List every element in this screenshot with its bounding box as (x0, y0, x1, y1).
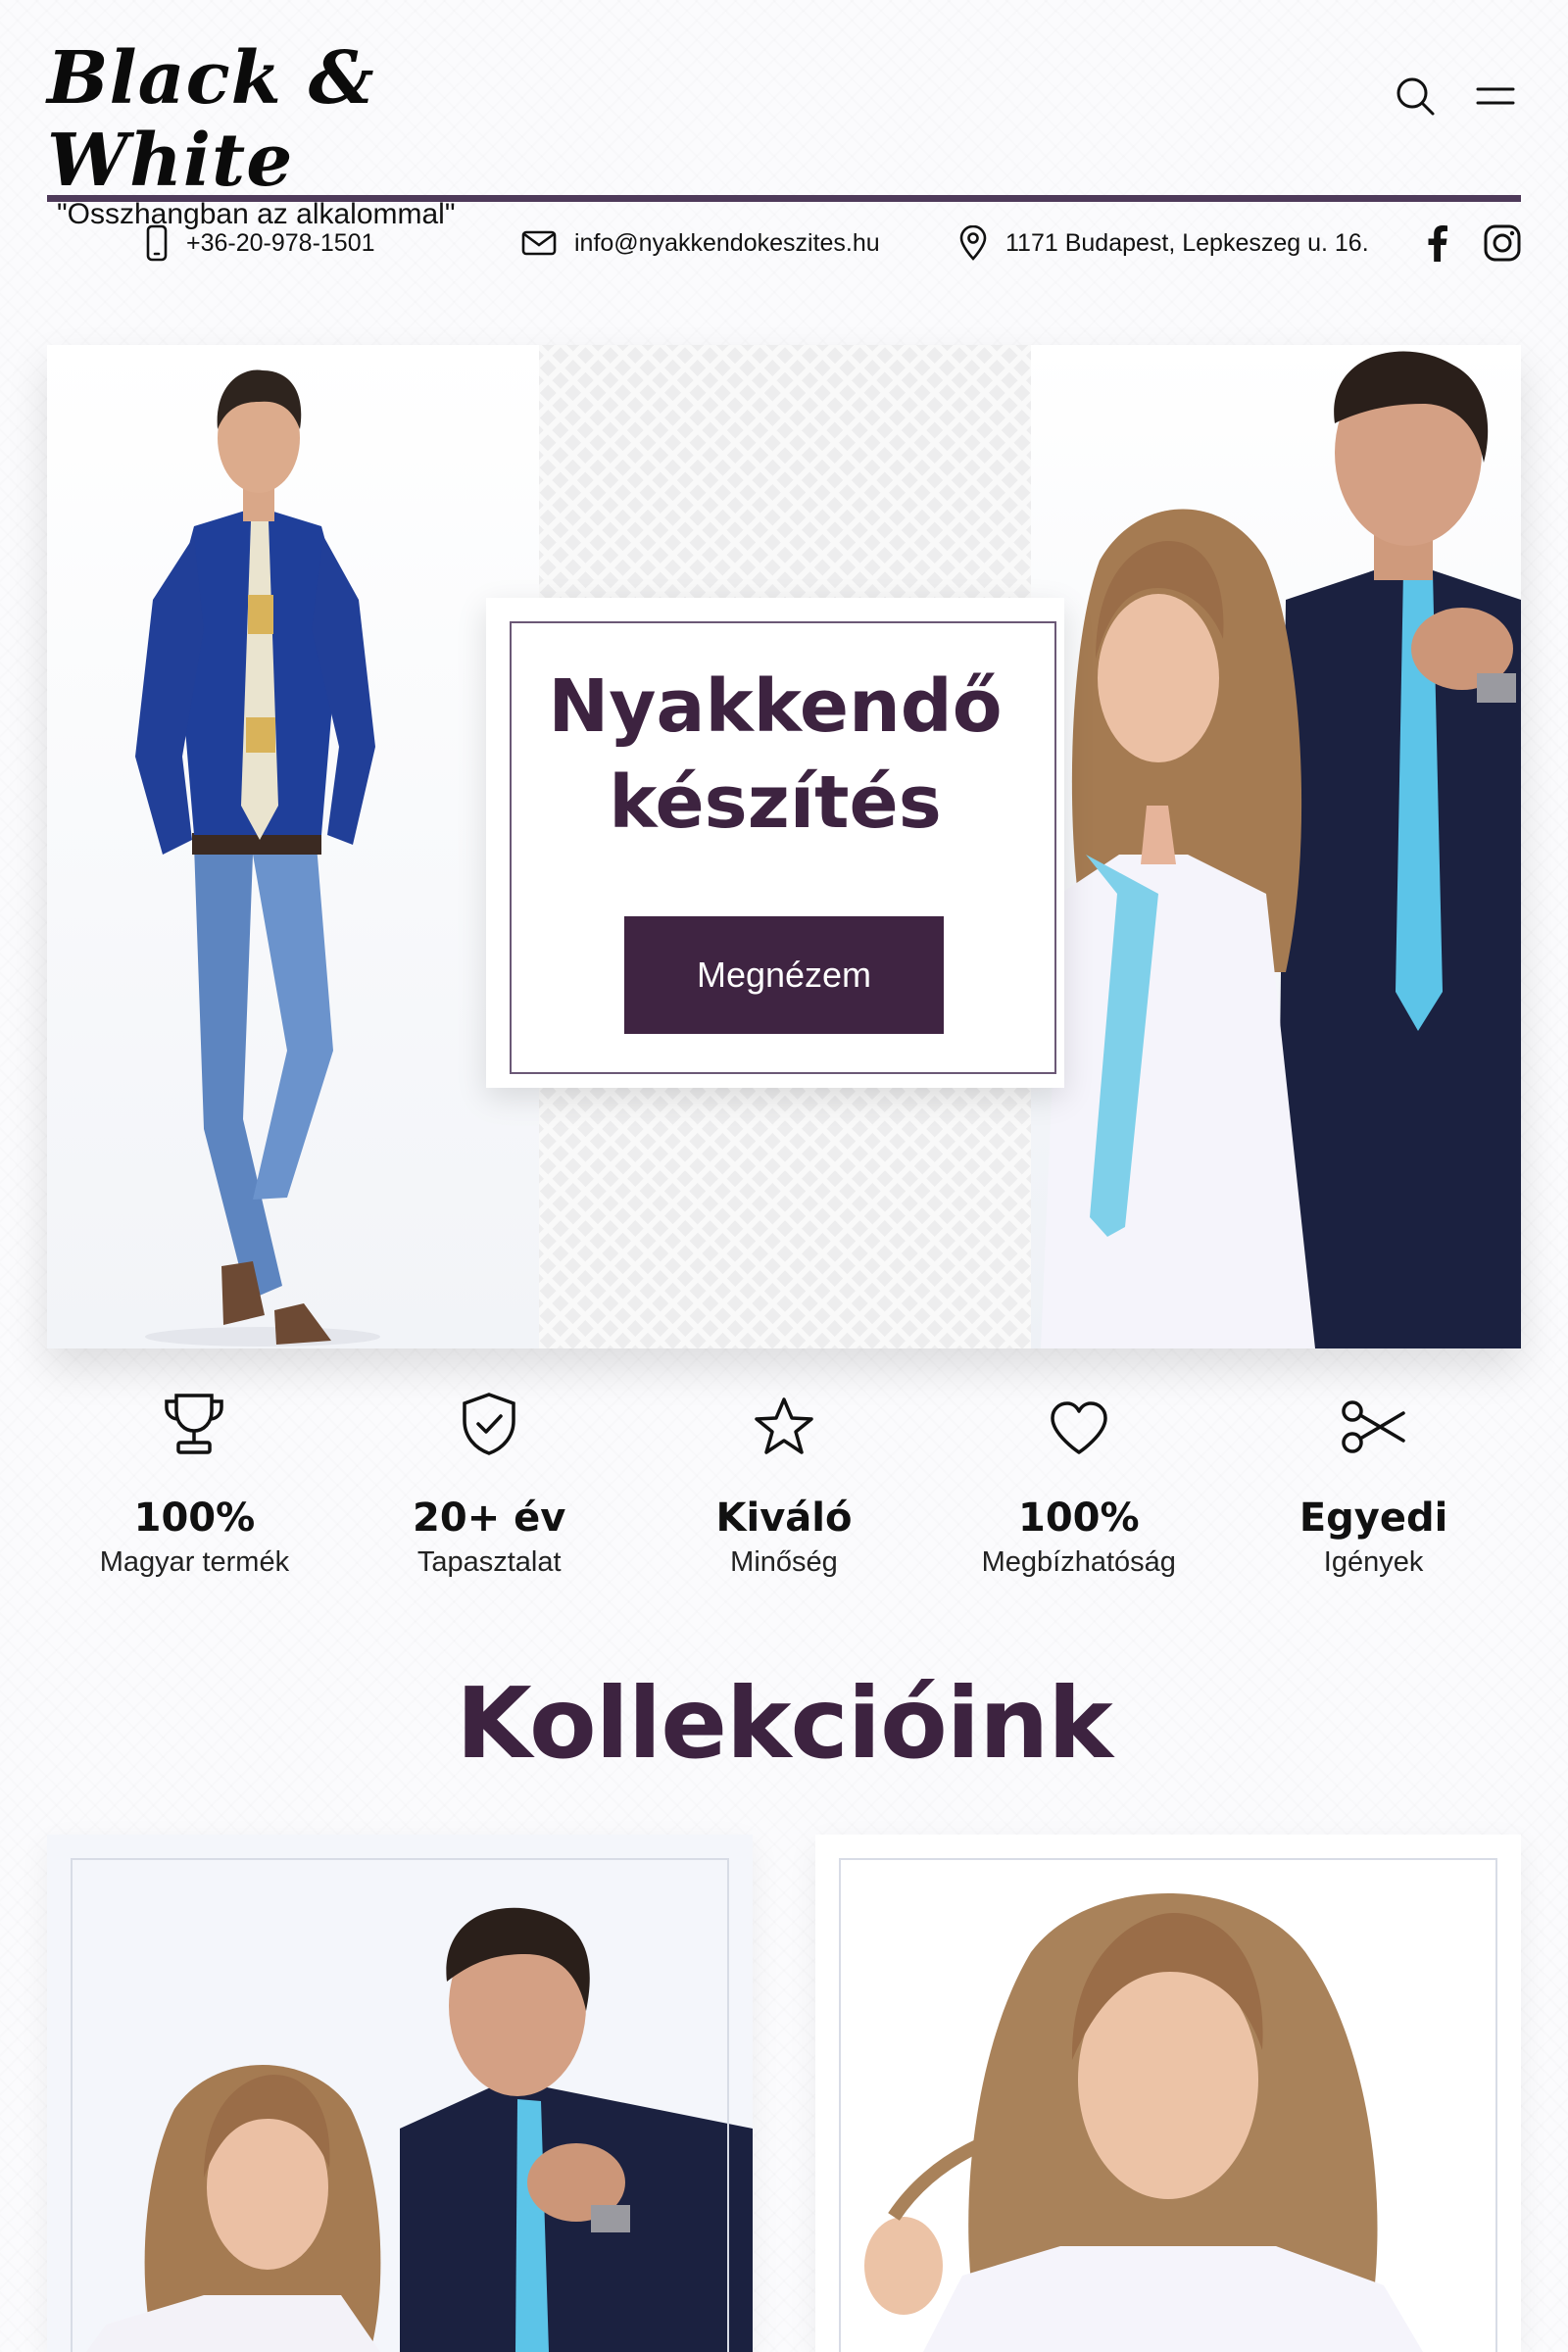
hero-title-line2: készítés (609, 760, 942, 845)
feature-value: 100% (133, 1495, 256, 1541)
collection-card[interactable] (47, 1835, 753, 2352)
star-icon (755, 1397, 813, 1454)
phone-number: +36-20-978-1501 (186, 228, 375, 257)
feature-value: Kiváló (715, 1495, 853, 1541)
feature-item: Egyedi Igények (1226, 1382, 1521, 1597)
feature-value: 100% (1018, 1495, 1140, 1541)
contact-phone[interactable]: +36-20-978-1501 (145, 216, 375, 270)
heart-icon (1051, 1401, 1107, 1454)
feature-label: Igények (1323, 1546, 1424, 1578)
collection-card-frame (71, 1858, 729, 2352)
feature-item: 100% Megbízhatóság (931, 1382, 1226, 1597)
collections-title: Kollekcióink (456, 1666, 1113, 1781)
feature-item: 100% Magyar termék (47, 1382, 342, 1597)
hero-banner: Nyakkendő készítés Megnézem (47, 345, 1521, 1348)
feature-label: Minőség (730, 1546, 838, 1578)
menu-icon[interactable] (1474, 74, 1517, 118)
hero-photo-left (47, 345, 539, 1348)
logo-title: Black & White (47, 36, 375, 203)
collection-card[interactable] (815, 1835, 1521, 2352)
social-links (1427, 216, 1521, 270)
scissors-icon (1341, 1400, 1405, 1453)
contact-email[interactable]: info@nyakkendokeszites.hu (521, 216, 880, 270)
contact-address[interactable]: 1171 Budapest, Lepkeszeg u. 16. (958, 216, 1369, 270)
email-address: info@nyakkendokeszites.hu (574, 228, 880, 257)
address-text: 1171 Budapest, Lepkeszeg u. 16. (1005, 228, 1369, 257)
location-pin-icon (959, 225, 987, 261)
phone-icon (146, 224, 168, 262)
hero-cta-button[interactable]: Megnézem (624, 916, 944, 1034)
feature-value: 20+ év (413, 1495, 566, 1541)
hero-title: Nyakkendő készítés (486, 659, 1064, 851)
contact-bar: +36-20-978-1501 info@nyakkendokeszites.h… (47, 216, 1521, 270)
shield-check-icon (463, 1393, 515, 1455)
instagram-icon[interactable] (1484, 224, 1521, 262)
facebook-icon[interactable] (1427, 224, 1448, 262)
hero-title-line1: Nyakkendő (548, 664, 1003, 749)
feature-label: Megbízhatóság (981, 1546, 1176, 1578)
header-divider (47, 195, 1521, 202)
feature-label: Magyar termék (99, 1546, 290, 1578)
feature-value: Egyedi (1298, 1495, 1448, 1541)
trophy-icon (165, 1394, 224, 1454)
collection-card-frame (839, 1858, 1497, 2352)
hero-photo-right (1031, 345, 1521, 1348)
feature-label: Tapasztalat (416, 1546, 562, 1578)
search-icon[interactable] (1394, 74, 1437, 118)
features-row: 100% Magyar termék 20+ év Tapasztalat Ki… (47, 1382, 1521, 1597)
feature-item: Kiváló Minőség (637, 1382, 932, 1597)
header-actions (1394, 74, 1517, 118)
mail-icon (521, 230, 557, 256)
logo[interactable]: Black & White "Összhangban az alkalommal… (47, 37, 498, 231)
feature-item: 20+ év Tapasztalat (342, 1382, 637, 1597)
